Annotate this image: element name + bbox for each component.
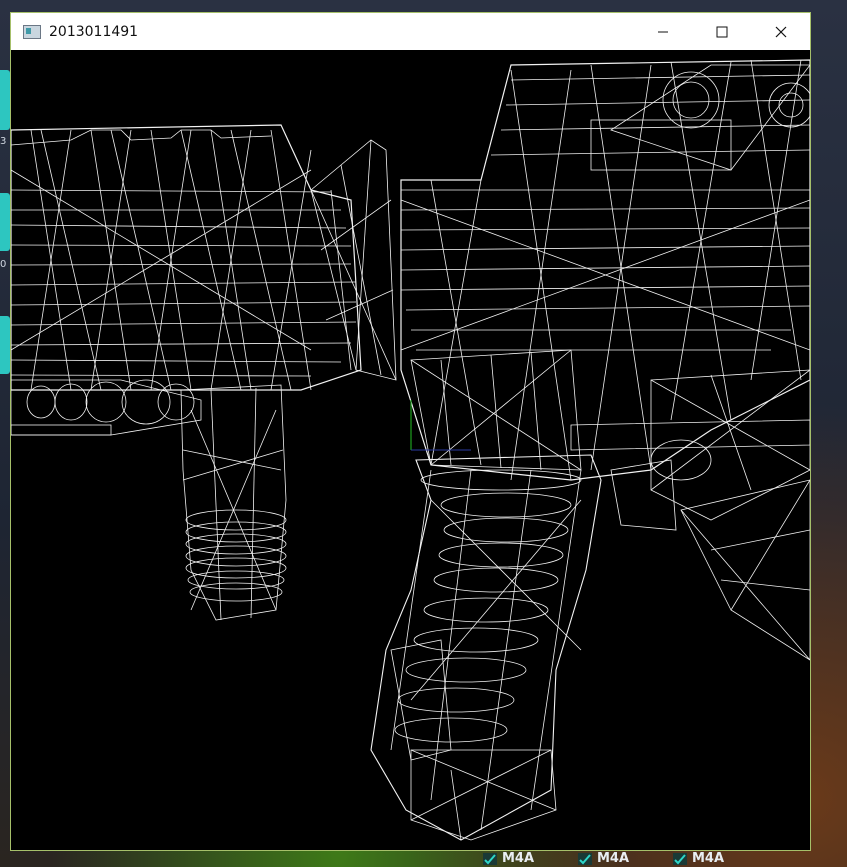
maximize-button[interactable] (692, 13, 751, 50)
app-window: 2013011491 (10, 12, 811, 851)
checkmark-file-icon (673, 852, 687, 865)
minimize-button[interactable] (633, 13, 692, 50)
desktop-shortcut-tab[interactable] (0, 70, 10, 130)
desktop-label: 0 (0, 259, 7, 270)
desktop-shortcut-tab[interactable] (0, 193, 10, 251)
receiver-end-wireframe (310, 139, 397, 381)
minimize-icon (657, 31, 668, 32)
handguard-wireframe (11, 124, 362, 436)
close-icon (775, 26, 786, 37)
lower-receiver-wireframe (570, 369, 810, 661)
wireframe-render (11, 59, 810, 841)
taskbar-label: M4A (692, 851, 725, 866)
close-button[interactable] (751, 13, 810, 50)
render-viewport[interactable] (11, 50, 810, 850)
receiver-wireframe (400, 59, 810, 481)
taskbar-item[interactable]: M4A (672, 850, 724, 867)
maximize-icon (716, 26, 727, 37)
checkmark-file-icon (483, 852, 497, 865)
desktop-shortcut-tab[interactable] (0, 316, 10, 374)
desktop-label: 3 (0, 136, 7, 147)
magwell-wireframe (410, 349, 582, 471)
magazine-wireframe (370, 454, 602, 841)
taskbar-item[interactable]: M4A (577, 850, 629, 867)
taskbar-label: M4A (597, 851, 630, 866)
taskbar-label: M4A (502, 851, 535, 866)
app-window-icon (23, 24, 41, 39)
window-title: 2013011491 (49, 23, 139, 40)
taskbar-item[interactable]: M4A (482, 850, 534, 867)
title-bar[interactable]: 2013011491 (11, 13, 810, 50)
foregrip-wireframe (180, 384, 287, 621)
window-controls (633, 13, 810, 50)
checkmark-file-icon (578, 852, 592, 865)
